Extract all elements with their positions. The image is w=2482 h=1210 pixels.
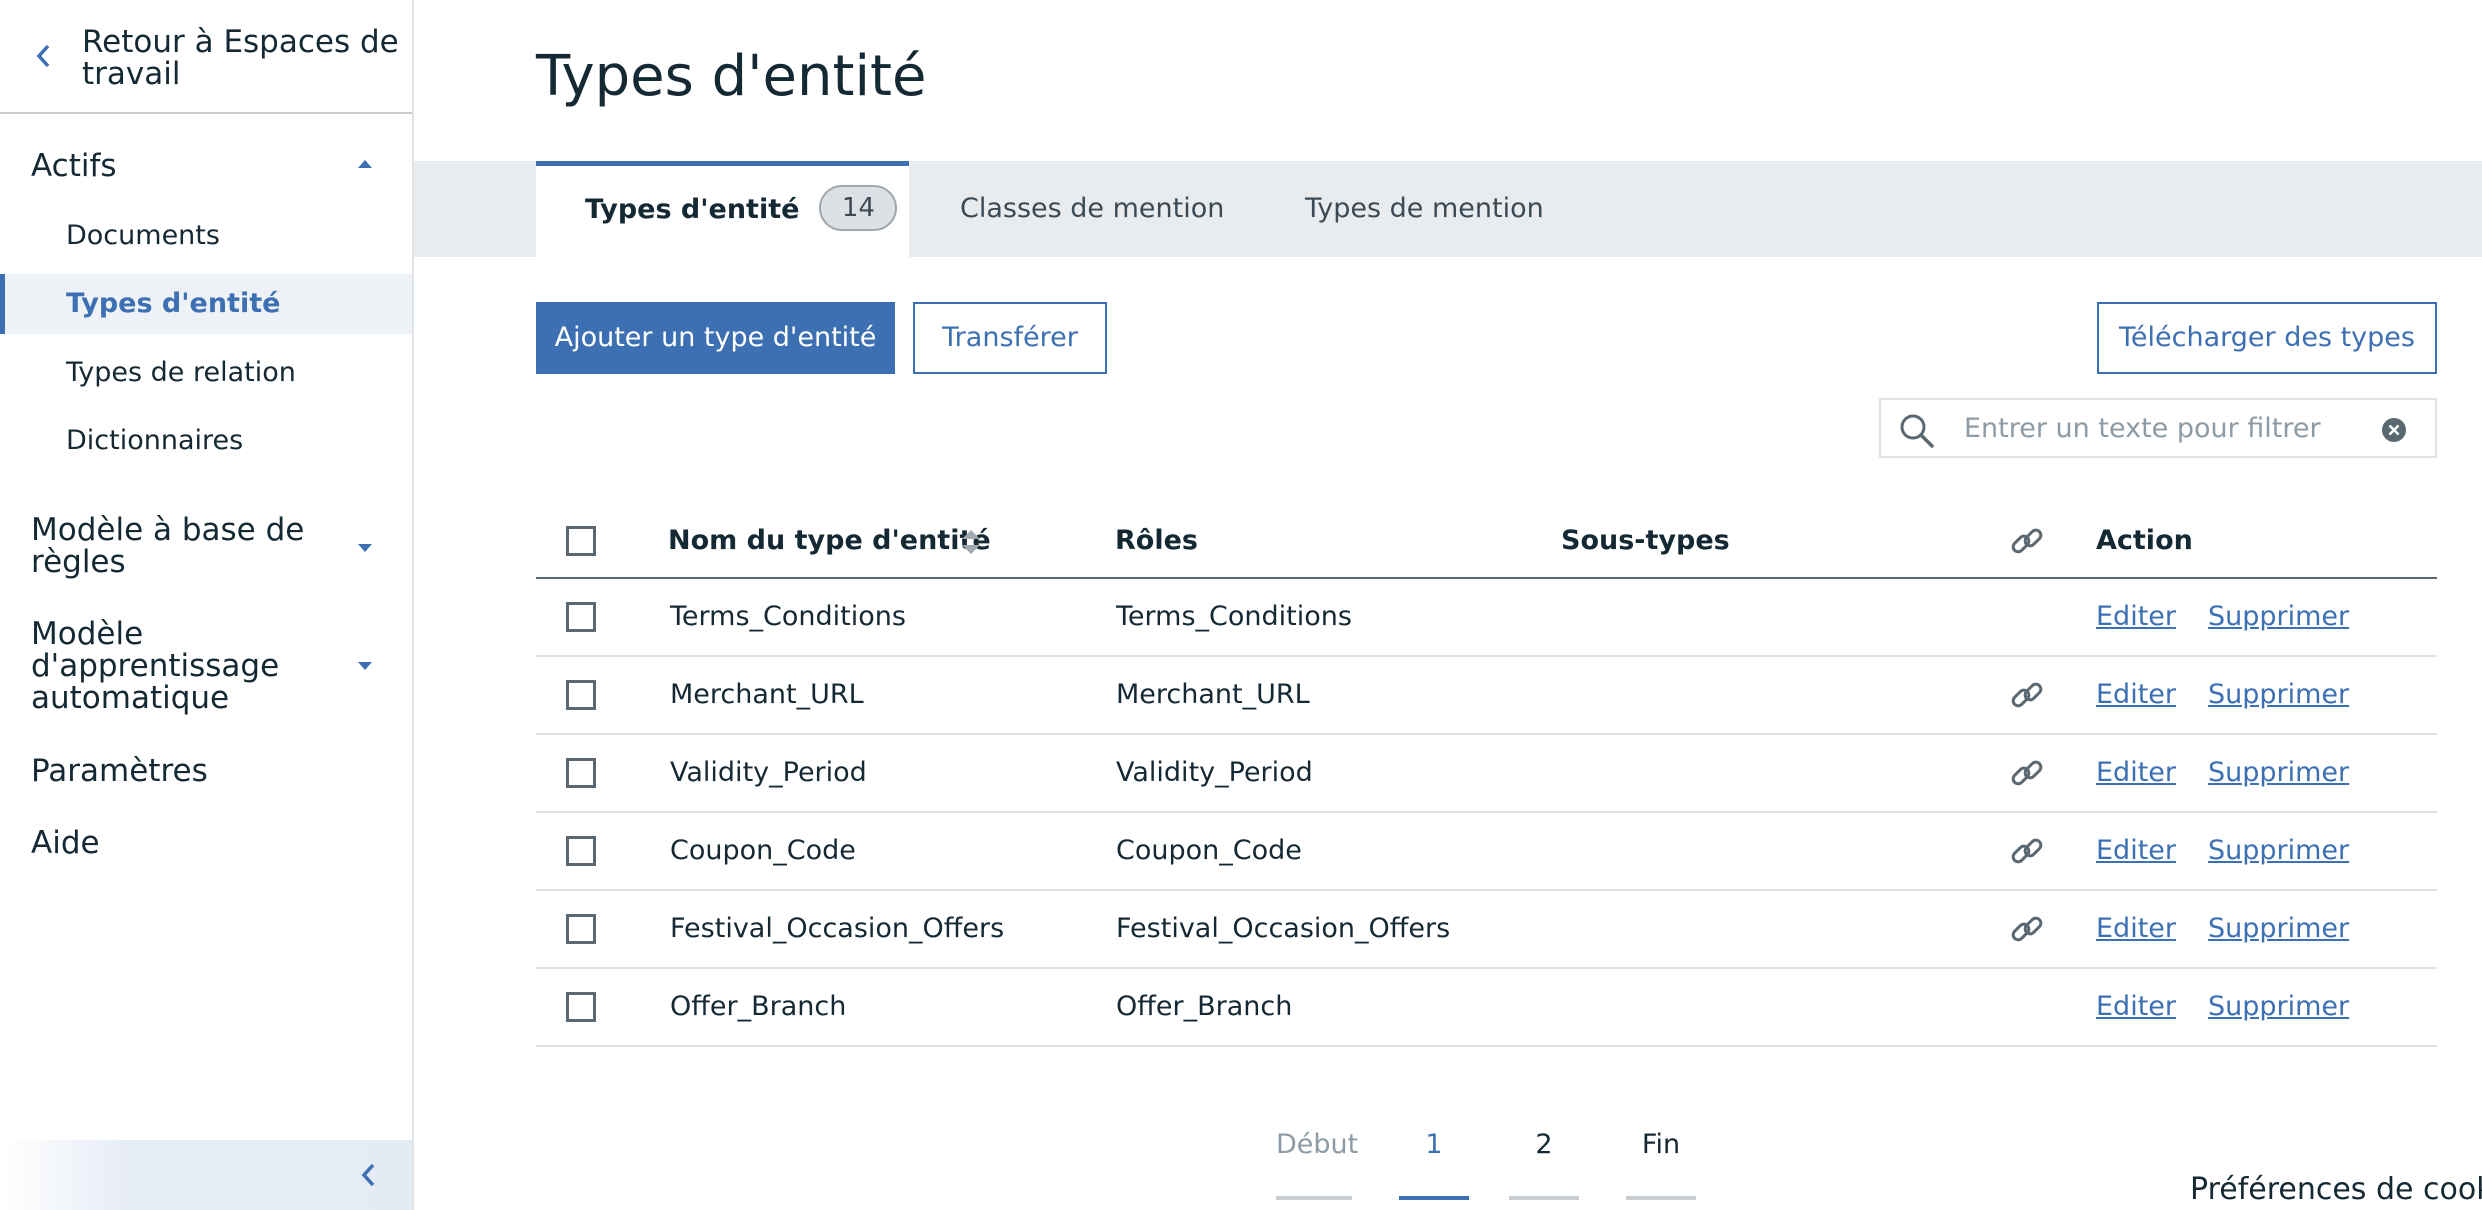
table-row: Festival_Occasion_Offers Festival_Occasio… [536,891,2437,969]
tab-mention-classes[interactable]: Classes de mention [960,161,1224,257]
nav-section-settings[interactable]: Paramètres [31,755,208,787]
back-to-workspaces-link[interactable]: Retour à Espaces de travail [0,0,412,114]
page-title: Types d'entité [536,44,927,109]
column-header-subtypes: Sous-types [1561,525,1730,556]
back-label: Retour à Espaces de travail [82,24,399,92]
delete-link[interactable]: Supprimer [2208,813,2349,889]
sort-icon[interactable] [960,528,982,556]
pagination-page-1[interactable]: 1 [1399,1120,1469,1200]
filter-input[interactable] [1964,408,2364,448]
add-entity-type-button[interactable]: Ajouter un type d'entité [536,302,895,374]
table-row: Coupon_Code Coupon_Code Editer Supprimer [536,813,2437,891]
row-checkbox[interactable] [566,836,596,866]
page-number: 1 [1425,1129,1443,1160]
entity-type-roles: Terms_Conditions [1116,601,1352,632]
edit-link[interactable]: Editer [2096,579,2176,655]
entity-type-name: Merchant_URL [670,679,864,710]
count-badge: 14 [819,184,898,231]
column-header-action: Action [2096,525,2193,556]
delete-link[interactable]: Supprimer [2208,579,2349,655]
pagination-last-label: Fin [1641,1129,1681,1160]
tab-label: Types d'entité [585,194,800,225]
clear-icon[interactable] [2381,417,2407,443]
table-row: Terms_Conditions Terms_Conditions Editer Su… [536,579,2437,657]
pager-underline [1399,1196,1469,1200]
delete-link[interactable]: Supprimer [2208,969,2349,1045]
chevron-left-icon [361,1163,375,1187]
caret-down-icon[interactable] [358,662,372,670]
column-header-roles: Rôles [1115,525,1198,556]
entity-types-table: Nom du type d'entité Rôles Sous-types Ac… [536,505,2437,1077]
select-all-checkbox[interactable] [566,526,596,556]
entity-type-roles: Merchant_URL [1116,679,1310,710]
link-icon[interactable] [2008,754,2046,792]
table-header: Nom du type d'entité Rôles Sous-types Ac… [536,505,2437,579]
transfer-button[interactable]: Transférer [913,302,1107,374]
edit-link[interactable]: Editer [2096,891,2176,967]
row-checkbox[interactable] [566,914,596,944]
entity-type-roles: Festival_Occasion_Offers [1116,913,1451,944]
link-icon[interactable] [2008,832,2046,870]
delete-link[interactable]: Supprimer [2208,735,2349,811]
row-checkbox[interactable] [566,602,596,632]
filter-box [1879,398,2437,458]
edit-link[interactable]: Editer [2096,813,2176,889]
pagination-first-label: Début [1276,1129,1359,1160]
entity-type-roles: Coupon_Code [1116,835,1302,866]
entity-type-name: Offer_Branch [670,991,847,1022]
page-number: 2 [1535,1129,1553,1160]
caret-down-icon[interactable] [358,544,372,552]
download-types-button[interactable]: Télécharger des types [2097,302,2437,374]
nav-section-ml-model[interactable]: Modèle d'apprentissage automatique [31,618,331,714]
tab-mention-types[interactable]: Types de mention [1305,161,1544,257]
sidebar-collapse-button[interactable] [0,1140,412,1210]
sidebar: Retour à Espaces de travail Actifs Docum… [0,0,414,1210]
entity-type-name: Festival_Occasion_Offers [670,913,1005,944]
row-checkbox[interactable] [566,992,596,1022]
pagination-first[interactable]: Début [1276,1120,1359,1200]
sidebar-item-entity-types[interactable]: Types d'entité [0,274,412,334]
delete-link[interactable]: Supprimer [2208,657,2349,733]
pagination-last[interactable]: Fin [1626,1120,1696,1200]
entity-type-name: Coupon_Code [670,835,856,866]
table-row: Offer_Branch Offer_Branch Editer Supprimer [536,969,2437,1047]
tab-entity-types[interactable]: Types d'entité 14 [536,161,909,257]
nav-section-rules-model[interactable]: Modèle à base de règles [31,514,331,578]
chevron-left-icon [36,44,50,68]
search-icon [1900,414,1934,448]
edit-link[interactable]: Editer [2096,657,2176,733]
nav-section-actifs[interactable]: Actifs [31,150,117,182]
entity-type-name: Validity_Period [670,757,867,788]
link-icon[interactable] [2008,676,2046,714]
sidebar-item-relation-types[interactable]: Types de relation [0,343,412,403]
cookie-preferences-link[interactable]: Préférences de cook [2190,1170,2482,1210]
entity-type-roles: Offer_Branch [1116,991,1293,1022]
entity-type-name: Terms_Conditions [670,601,906,632]
caret-up-icon[interactable] [358,160,372,168]
pager-underline [1276,1196,1352,1200]
column-header-name[interactable]: Nom du type d'entité [668,505,991,577]
table-row: Merchant_URL Merchant_URL Editer Supprimer [536,657,2437,735]
pager-underline [1509,1196,1579,1200]
sidebar-item-dictionaries[interactable]: Dictionnaires [0,411,412,471]
sidebar-item-documents[interactable]: Documents [0,206,412,266]
edit-link[interactable]: Editer [2096,969,2176,1045]
delete-link[interactable]: Supprimer [2208,891,2349,967]
table-row: Validity_Period Validity_Period Editer Supp… [536,735,2437,813]
link-icon[interactable] [2008,910,2046,948]
tab-bar: Types d'entité 14 Classes de mention Type… [414,161,2482,257]
pagination-page-2[interactable]: 2 [1509,1120,1579,1200]
pager-underline [1626,1196,1696,1200]
entity-type-roles: Validity_Period [1116,757,1313,788]
nav-section-help[interactable]: Aide [31,827,100,859]
edit-link[interactable]: Editer [2096,735,2176,811]
link-icon [2011,528,2043,554]
row-checkbox[interactable] [566,680,596,710]
row-checkbox[interactable] [566,758,596,788]
